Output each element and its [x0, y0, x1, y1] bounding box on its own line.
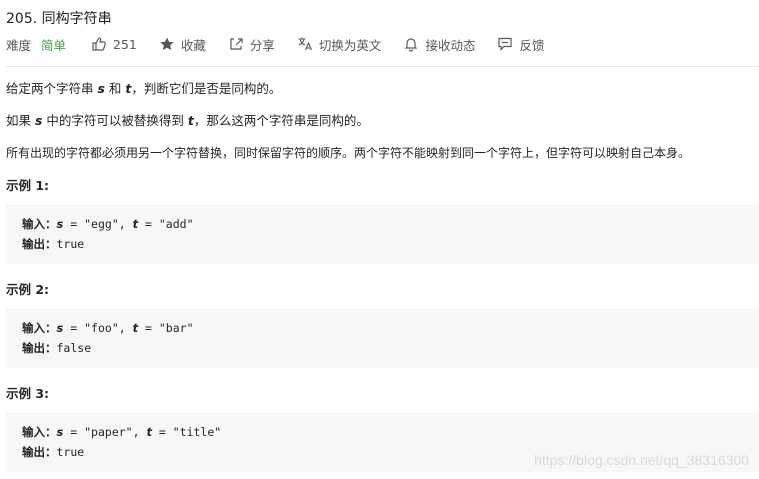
- s-value: = "paper",: [63, 425, 147, 439]
- text: 如果: [6, 113, 35, 128]
- description-paragraph-2: 如果 s 中的字符可以被替换得到 t，那么这两个字符串是同构的。: [6, 113, 369, 129]
- output-label: 输出：: [22, 445, 57, 459]
- t-value: = "bar": [138, 321, 194, 335]
- output-value: false: [56, 341, 92, 355]
- example-1-codebox: 输入：s = "egg", t = "add" 输出：true: [6, 204, 759, 264]
- example-1-input-line: 输入：s = "egg", t = "add": [22, 216, 194, 232]
- problem-title: 205. 同构字符串: [6, 11, 112, 27]
- bell-icon: [404, 38, 418, 52]
- comment-icon: [498, 37, 513, 51]
- output-label: 输出：: [22, 237, 57, 251]
- subscribe-label: 接收动态: [425, 37, 476, 53]
- feedback-label: 反馈: [519, 37, 545, 53]
- example-2-codebox: 输入：s = "foo", t = "bar" 输出：false: [6, 308, 759, 368]
- example-3-output-line: 输出：true: [22, 444, 84, 460]
- share-icon: [230, 38, 243, 50]
- favorite-label: 收藏: [180, 37, 206, 53]
- feedback-button[interactable]: 反馈: [497, 35, 544, 54]
- share-button[interactable]: 分享: [228, 35, 275, 54]
- example-2-output-line: 输出：false: [22, 340, 91, 356]
- like-count: 251: [113, 36, 137, 52]
- input-label: 输入：: [22, 425, 57, 439]
- description-paragraph-1: 给定两个字符串 s 和 t，判断它们是否是同构的。: [6, 81, 281, 97]
- output-label: 输出：: [22, 341, 57, 355]
- output-value: true: [56, 445, 85, 459]
- example-2-input-line: 输入：s = "foo", t = "bar": [22, 320, 194, 336]
- watermark: https://blog.csdn.net/qq_38316300: [534, 452, 749, 468]
- example-1-output-line: 输出：true: [22, 236, 84, 252]
- text: ，判断它们是否是同构的。: [131, 81, 282, 96]
- s-value: = "foo",: [63, 321, 133, 335]
- subscribe-button[interactable]: 接收动态: [403, 35, 475, 54]
- example-2-title: 示例 2:: [6, 282, 50, 297]
- like-button[interactable]: 251: [91, 36, 137, 52]
- s-value: = "egg",: [63, 217, 133, 231]
- text: 和: [104, 81, 126, 96]
- example-3-input-line: 输入：s = "paper", t = "title": [22, 424, 221, 440]
- example-3-title: 示例 3:: [6, 386, 50, 401]
- share-label: 分享: [249, 37, 275, 53]
- text: 给定两个字符串: [6, 81, 98, 96]
- favorite-button[interactable]: 收藏: [159, 35, 206, 54]
- input-label: 输入：: [22, 217, 57, 231]
- input-label: 输入：: [22, 321, 57, 335]
- difficulty-value: 简单: [41, 37, 67, 53]
- difficulty-label: 难度: [6, 37, 32, 53]
- text: 中的字符可以被替换得到: [42, 113, 188, 128]
- var-s: s: [97, 81, 105, 96]
- switch-language-label: 切换为英文: [318, 37, 382, 53]
- t-value: = "title": [151, 425, 222, 439]
- t-value: = "add": [138, 217, 194, 231]
- header-divider: [6, 66, 759, 67]
- output-value: true: [56, 237, 85, 251]
- thumbs-up-icon: [92, 37, 107, 51]
- switch-language-button[interactable]: 切换为英文: [297, 35, 382, 54]
- translate-icon: [298, 37, 312, 51]
- example-1-title: 示例 1:: [6, 178, 50, 193]
- star-icon: [160, 37, 174, 50]
- text: ，那么这两个字符串是同构的。: [193, 113, 369, 128]
- description-paragraph-3: 所有出现的字符都必须用另一个字符替换，同时保留字符的顺序。两个字符不能映射到同一…: [6, 146, 691, 160]
- problem-meta-bar: 难度 简单 251 收藏 分享 切换为英文 接收动态 反馈: [6, 35, 566, 53]
